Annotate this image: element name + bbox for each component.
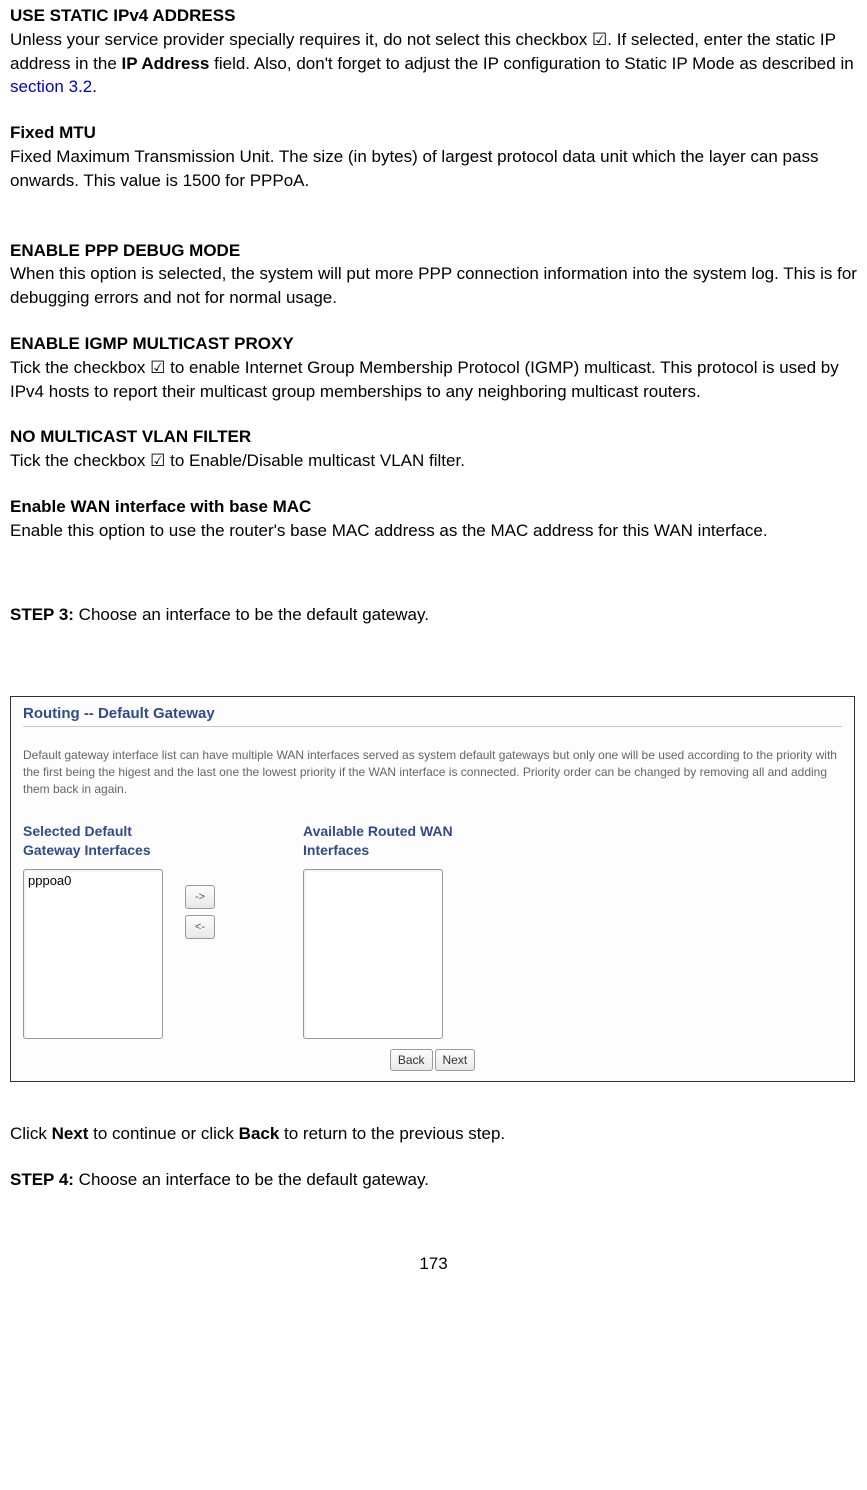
move-left-button[interactable]: <- <box>185 915 215 939</box>
bold-next: Next <box>52 1124 89 1143</box>
text: to continue or click <box>88 1124 238 1143</box>
selected-interfaces-listbox[interactable]: pppoa0 <box>23 869 163 1039</box>
heading-fixed-mtu: Fixed MTU <box>10 121 857 145</box>
heading-igmp-proxy: ENABLE IGMP MULTICAST PROXY <box>10 332 857 356</box>
text: Click <box>10 1124 52 1143</box>
panel-description: Default gateway interface list can have … <box>23 747 842 797</box>
available-interfaces-column: Available Routed WAN Interfaces <box>303 822 473 1039</box>
back-button[interactable]: Back <box>390 1049 433 1071</box>
available-interfaces-listbox[interactable] <box>303 869 443 1039</box>
bold-ip-address: IP Address <box>122 54 210 73</box>
selected-interfaces-column: Selected Default Gateway Interfaces pppo… <box>23 822 173 1039</box>
step-3: STEP 3: Choose an interface to be the de… <box>10 603 857 627</box>
move-buttons: -> <- <box>173 882 227 942</box>
heading-no-multicast-vlan: NO MULTICAST VLAN FILTER <box>10 425 857 449</box>
page-number: 173 <box>10 1252 857 1276</box>
para-use-static-ipv4: Unless your service provider specially r… <box>10 28 857 99</box>
heading-ppp-debug: ENABLE PPP DEBUG MODE <box>10 239 857 263</box>
step-4-text: Choose an interface to be the default ga… <box>74 1170 429 1189</box>
heading-use-static-ipv4: USE STATIC IPv4 ADDRESS <box>10 4 857 28</box>
selected-interfaces-label: Selected Default Gateway Interfaces <box>23 822 173 861</box>
para-igmp-proxy: Tick the checkbox ☑ to enable Internet G… <box>10 356 857 404</box>
move-right-button[interactable]: -> <box>185 885 215 909</box>
para-click-next-back: Click Next to continue or click Back to … <box>10 1122 857 1146</box>
available-interfaces-label: Available Routed WAN Interfaces <box>303 822 473 861</box>
step-4: STEP 4: Choose an interface to be the de… <box>10 1168 857 1192</box>
list-item[interactable]: pppoa0 <box>28 872 158 890</box>
text: . <box>92 77 97 96</box>
interface-lists-row: Selected Default Gateway Interfaces pppo… <box>23 822 842 1039</box>
para-ppp-debug: When this option is selected, the system… <box>10 262 857 310</box>
heading-wan-base-mac: Enable WAN interface with base MAC <box>10 495 857 519</box>
step-3-text: Choose an interface to be the default ga… <box>74 605 429 624</box>
link-section-3-2[interactable]: section 3.2 <box>10 77 92 96</box>
step-3-label: STEP 3: <box>10 605 74 624</box>
next-button[interactable]: Next <box>435 1049 476 1071</box>
bold-back: Back <box>239 1124 280 1143</box>
panel-title: Routing -- Default Gateway <box>23 703 842 727</box>
para-no-multicast-vlan: Tick the checkbox ☑ to Enable/Disable mu… <box>10 449 857 473</box>
default-gateway-panel: Routing -- Default Gateway Default gatew… <box>10 696 855 1082</box>
para-wan-base-mac: Enable this option to use the router's b… <box>10 519 857 543</box>
panel-nav-buttons: BackNext <box>23 1047 842 1071</box>
text: field. Also, don't forget to adjust the … <box>209 54 853 73</box>
step-4-label: STEP 4: <box>10 1170 74 1189</box>
para-fixed-mtu: Fixed Maximum Transmission Unit. The siz… <box>10 145 857 193</box>
text: to return to the previous step. <box>279 1124 505 1143</box>
